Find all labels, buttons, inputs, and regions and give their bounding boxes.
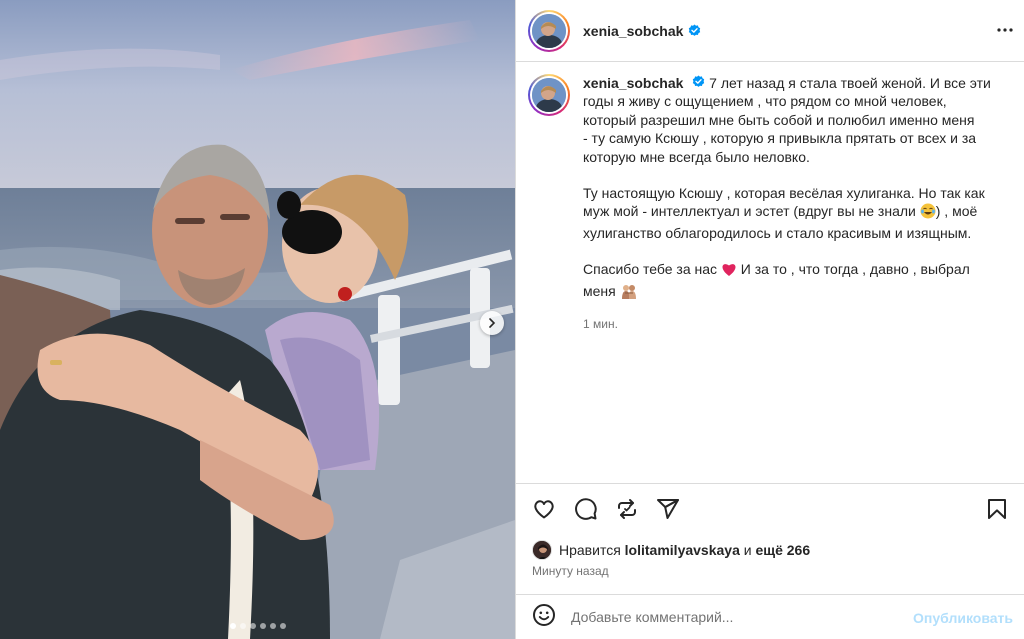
- more-options-button[interactable]: [995, 20, 1015, 45]
- laughing-emoji-icon: [920, 203, 936, 223]
- caption-line: И за то , что тогда , давно , выбрал: [736, 261, 970, 278]
- like-button[interactable]: [532, 497, 556, 526]
- comment-icon: [575, 498, 597, 520]
- post-modal: xenia_sobchak xenia_sobchak 7 лет назад …: [0, 0, 1024, 639]
- post-date[interactable]: Минуту назад: [532, 564, 609, 578]
- caption-username[interactable]: xenia_sobchak: [583, 75, 683, 91]
- likes-summary: Нравится lolitamilyavskaya и ещё 266: [532, 540, 810, 560]
- caption-line: меня: [583, 282, 620, 299]
- carousel-dots: [0, 623, 515, 629]
- caption-line: Спасибо тебе за нас: [583, 261, 721, 278]
- heart-icon: [534, 500, 554, 519]
- caption-line: ) , моё: [935, 203, 978, 220]
- liker-username[interactable]: lolitamilyavskaya: [625, 542, 740, 558]
- bookmark-icon: [988, 499, 1006, 519]
- carousel-next-button[interactable]: [480, 311, 504, 335]
- hugging-people-emoji-icon: [620, 283, 638, 303]
- couple-photo-image: [0, 0, 515, 639]
- more-horizontal-icon: [997, 28, 1013, 32]
- likes-others-count[interactable]: ещё 266: [755, 542, 810, 558]
- post-photo[interactable]: [0, 0, 515, 639]
- caption-line: хулиганство облагородилось и стало краси…: [583, 224, 972, 241]
- caption-author-avatar[interactable]: [528, 74, 570, 116]
- caption-timestamp[interactable]: 1 мин.: [583, 315, 993, 333]
- caption-line: годы я живу с ощущением , что рядом со м…: [583, 93, 947, 110]
- chevron-right-icon: [489, 318, 496, 328]
- action-icons-row: [532, 497, 1009, 523]
- post-actions: [516, 483, 1024, 520]
- caption-line: муж мой - интеллектуал и эстет (вдруг вы…: [583, 203, 920, 220]
- caption-line: - ту самую Ксюшу , которую я привыкла пр…: [583, 130, 977, 147]
- carousel-dot: [259, 623, 266, 629]
- avatar-image: [532, 78, 566, 112]
- post-caption: xenia_sobchak 7 лет назад я стала твоей …: [528, 74, 1013, 333]
- avatar-image: [532, 13, 566, 48]
- carousel-dot: [269, 623, 276, 629]
- author-avatar[interactable]: [528, 9, 570, 52]
- comment-button[interactable]: [574, 497, 598, 526]
- carousel-dot: [229, 623, 236, 629]
- author-username[interactable]: xenia_sobchak: [583, 23, 683, 39]
- carousel-dot: [239, 623, 246, 629]
- repost-icon: [618, 499, 636, 519]
- post-side-panel: xenia_sobchak xenia_sobchak 7 лет назад …: [515, 0, 1024, 639]
- caption-line: Ту настоящую Ксюшу , которая весёлая хул…: [583, 185, 985, 202]
- emoji-picker-button[interactable]: [532, 603, 556, 632]
- caption-text: xenia_sobchak 7 лет назад я стала твоей …: [583, 74, 993, 333]
- likes-conjunction: и: [743, 542, 752, 558]
- post-header: xenia_sobchak: [516, 0, 1024, 62]
- red-heart-emoji-icon: [721, 262, 737, 281]
- carousel-dot: [249, 623, 256, 629]
- liker-avatar[interactable]: [532, 540, 552, 560]
- send-icon: [657, 499, 679, 519]
- caption-line: 7 лет назад я стала твоей женой. И все э…: [709, 75, 991, 91]
- caption-line: который разрешил мне быть собой и полюби…: [583, 111, 975, 128]
- emoji-icon: [533, 603, 555, 626]
- caption-line: которую мне всегда было неловко.: [583, 148, 810, 165]
- comment-input[interactable]: [571, 609, 901, 625]
- repost-button[interactable]: [615, 497, 639, 526]
- share-button[interactable]: [656, 497, 680, 526]
- save-button[interactable]: [985, 497, 1009, 526]
- verified-badge-icon: [688, 24, 701, 37]
- likes-prefix: Нравится: [559, 542, 621, 558]
- comment-bar: Опубликовать: [516, 594, 1024, 639]
- publish-comment-button[interactable]: Опубликовать: [913, 610, 1013, 626]
- carousel-dot: [279, 623, 286, 629]
- verified-badge-icon: [692, 75, 705, 88]
